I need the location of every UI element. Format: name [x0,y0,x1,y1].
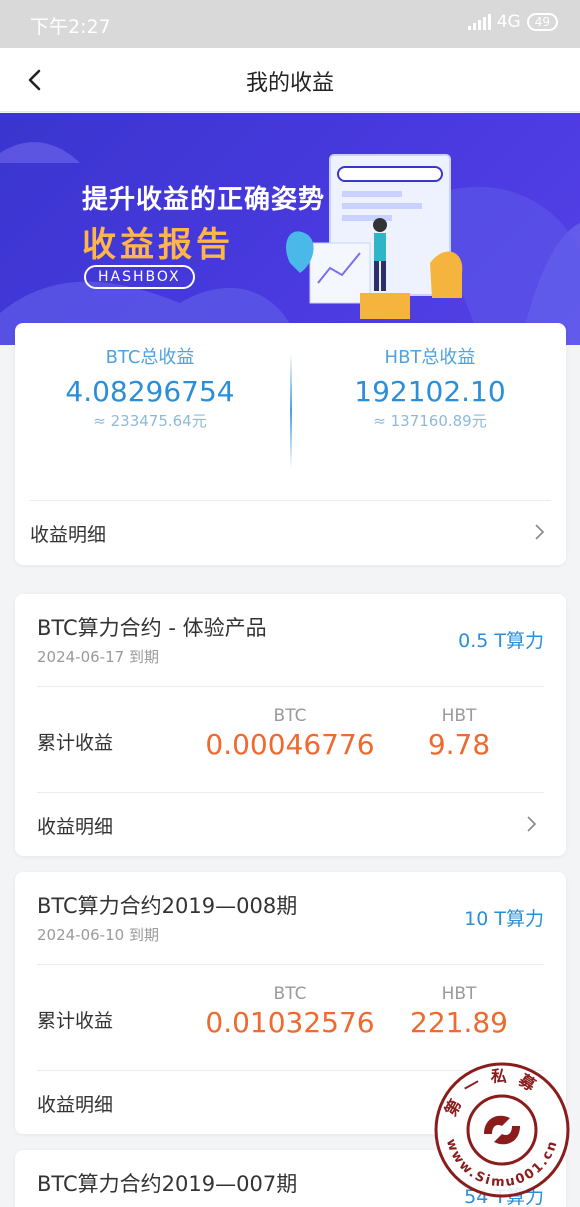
banner-title: 收益报告 [82,225,234,265]
contract-hashpower: 0.5 T算力 [458,630,544,652]
cumulative-earnings-label: 累计收益 [37,1010,114,1032]
contract-detail-label: 收益明细 [37,1094,114,1116]
nav-bar: 我的收益 [0,48,580,112]
contract-detail-label: 收益明细 [37,816,114,838]
divider [37,964,544,965]
divider [37,686,544,687]
contract-hashpower: 10 T算力 [464,908,544,930]
earnings-detail-label: 收益明细 [30,524,107,546]
banner-badge: HASHBOX [84,265,195,289]
contract-expiry: 2024-06-17 到期 [37,648,159,666]
hbt-column-label: HBT [441,984,477,1004]
contract-card[interactable]: BTC算力合约 - 体验产品 2024-06-17 到期 0.5 T算力 累计收… [15,594,566,856]
btc-total-label: BTC总收益 [105,347,195,368]
hbt-earnings-column: HBT 9.78 [399,706,519,761]
hbt-earnings-value: 9.78 [427,728,491,761]
btc-earnings-value: 0.00046776 [205,728,375,761]
chevron-right-icon [527,816,537,832]
btc-column-label: BTC [273,706,307,726]
divider [37,792,544,793]
btc-earnings-value: 0.01032576 [205,1006,375,1039]
total-earnings-card: BTC总收益 4.08296754 ≈ 233475.64元 HBT总收益 19… [15,323,566,565]
btc-total-section: BTC总收益 4.08296754 ≈ 233475.64元 [15,343,285,431]
contract-expiry: 2024-06-10 到期 [37,926,159,944]
hbt-earnings-value: 221.89 [410,1006,508,1039]
column-divider [290,353,292,468]
hbt-total-label: HBT总收益 [384,347,476,368]
signal-icon [467,14,491,30]
status-bar: 下午2:27 4G 49 [0,0,580,48]
cumulative-earnings-label: 累计收益 [37,732,114,754]
battery-icon: 49 [526,13,558,31]
hbt-total-section: HBT总收益 192102.10 ≈ 137160.89元 [295,343,565,431]
hbt-earnings-column: HBT 221.89 [399,984,519,1039]
chevron-right-icon [535,524,545,540]
contract-name: BTC算力合约 - 体验产品 [37,616,267,640]
btc-earnings-column: BTC 0.00046776 [205,706,375,761]
contract-detail-link[interactable]: 收益明细 [37,812,540,839]
btc-column-label: BTC [273,984,307,1004]
network-type: 4G [496,12,521,32]
status-indicators: 4G 49 [467,12,558,32]
earnings-detail-link[interactable]: 收益明细 [30,520,548,547]
btc-total-cny: ≈ 233475.64元 [93,412,207,430]
btc-total-value: 4.08296754 [65,375,235,408]
watermark-seal-logo: 第一私募 www.Simu001.cn [434,1062,570,1198]
status-time: 下午2:27 [30,16,111,38]
hbt-total-value: 192102.10 [354,375,506,408]
report-illustration-icon [286,154,463,319]
page-title: 我的收益 [245,71,334,96]
contract-name: BTC算力合约2019—007期 [37,1172,298,1196]
btc-earnings-column: BTC 0.01032576 [205,984,375,1039]
hbt-column-label: HBT [441,706,477,726]
divider [30,500,551,501]
hbt-total-cny: ≈ 137160.89元 [373,412,487,430]
promo-banner[interactable]: 提升收益的正确姿势 收益报告 HASHBOX [0,113,580,345]
contract-name: BTC算力合约2019—008期 [37,894,298,918]
